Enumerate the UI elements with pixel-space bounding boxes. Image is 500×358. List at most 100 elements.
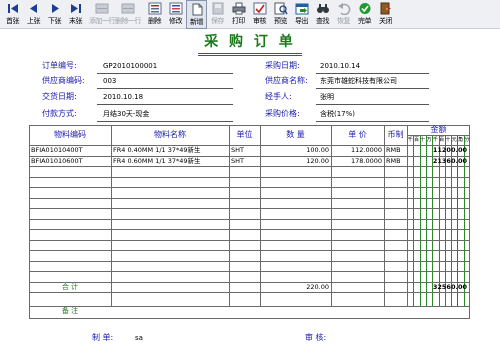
table-row-line xyxy=(29,260,470,262)
complete-order-button[interactable]: 完单 xyxy=(354,0,375,29)
table-border-top xyxy=(29,125,470,126)
auditor-label: 审 核: xyxy=(305,333,327,342)
last-record-button[interactable]: 末张 xyxy=(65,0,86,29)
delivery-date-field[interactable]: 2010.10.18 xyxy=(103,92,143,102)
delete-icon xyxy=(148,2,161,15)
last-record-icon xyxy=(70,4,81,13)
price-label: 采购价格: xyxy=(265,109,300,118)
purchase-date-label: 采购日期: xyxy=(265,61,300,70)
column-header-code: 物料编码 xyxy=(54,130,86,139)
items-table: 物料编码 物料名称 单位数 量单 价币制 金额千百十万千百十元角分 BFIA010104… xyxy=(29,125,470,355)
table-header-line xyxy=(29,145,470,146)
binoculars-icon xyxy=(316,4,329,13)
table-row-line xyxy=(29,176,470,178)
undo-icon xyxy=(337,3,350,15)
table-border-bottom xyxy=(29,318,470,319)
handler-label: 经手人: xyxy=(265,92,292,101)
close-door-icon xyxy=(380,2,391,15)
save-button[interactable]: 保存 xyxy=(207,0,228,29)
add-row-button[interactable]: 添加一行 xyxy=(89,0,116,29)
next-record-button[interactable]: 下张 xyxy=(44,0,65,29)
new-document-icon xyxy=(192,3,202,16)
row-amount: 21360.00 xyxy=(432,156,467,165)
supplier-code-label: 供应商编码: xyxy=(42,76,85,85)
delete-row-icon xyxy=(121,3,135,14)
table-row-line xyxy=(29,271,470,272)
column-header-currency: 币制 xyxy=(387,130,404,139)
delete-button[interactable]: 删除 xyxy=(144,0,165,29)
payment-field[interactable]: 月结30天-现金 xyxy=(103,109,149,119)
printer-icon xyxy=(232,2,245,15)
new-button[interactable]: 新增 xyxy=(186,0,207,29)
delivery-date-label: 交货日期: xyxy=(42,92,77,101)
table-row-line xyxy=(29,229,470,230)
total-label: 合 计 xyxy=(61,282,79,291)
supplier-code-field[interactable]: 003 xyxy=(103,76,116,86)
edit-icon xyxy=(169,2,182,15)
remark-label: 备 注 xyxy=(61,307,79,315)
order-no-underline xyxy=(97,73,233,74)
row-unit: SHT xyxy=(231,156,244,165)
save-icon xyxy=(212,2,223,15)
price-field[interactable]: 含税(17%) xyxy=(320,109,355,119)
total-qty: 220.00 xyxy=(306,282,329,291)
payment-label: 付款方式: xyxy=(42,109,77,118)
row-currency: RMB xyxy=(386,146,401,154)
preview-button[interactable]: 预览 xyxy=(270,0,291,29)
title-underline xyxy=(198,53,302,54)
first-record-icon xyxy=(7,4,18,13)
add-row-icon xyxy=(95,3,109,14)
prev-record-icon xyxy=(29,4,37,13)
column-header-price: 单 价 xyxy=(348,130,367,139)
delete-row-button[interactable]: 删除一行 xyxy=(115,0,142,29)
amount-digit-label: 分 xyxy=(464,137,470,143)
purchase-order-sheet: 采 购 订 单 订单编号: GP2010100001 采购日期: 2010.10… xyxy=(0,30,500,358)
next-record-icon xyxy=(51,4,59,13)
find-button[interactable]: 查找 xyxy=(312,0,333,29)
prev-record-button[interactable]: 上张 xyxy=(23,0,44,29)
order-no-label: 订单编号: xyxy=(42,61,77,70)
row-unit: SHT xyxy=(231,146,244,154)
table-column-line xyxy=(111,125,112,306)
column-header-qty: 数 量 xyxy=(286,130,305,139)
purchase-date-field[interactable]: 2010.10.14 xyxy=(320,61,360,71)
supplier-code-underline xyxy=(97,88,233,89)
supplier-name-field[interactable]: 东莞市雄蛇科技有限公司 xyxy=(320,76,397,86)
table-row-line xyxy=(29,239,470,241)
row-amount: 11200.00 xyxy=(432,146,467,154)
toolbar: 首张 上张 下张 末张 添加一行 删除一行 删除 修改 新增 保存 打印 审核 … xyxy=(0,0,500,29)
row-qty: 120.00 xyxy=(306,156,329,165)
audit-icon xyxy=(253,2,266,15)
edit-button[interactable]: 修改 xyxy=(165,0,186,29)
close-button[interactable]: 关闭 xyxy=(375,0,396,29)
total-amount: 32560.00 xyxy=(432,282,467,291)
purchase-date-underline xyxy=(316,73,429,74)
table-row-line xyxy=(29,155,470,157)
table-row-line xyxy=(29,208,470,209)
table-row-line xyxy=(29,166,470,167)
audit-button[interactable]: 审核 xyxy=(249,0,270,29)
table-border-right xyxy=(469,125,470,318)
table-column-line xyxy=(384,125,385,306)
check-circle-icon xyxy=(359,3,370,14)
table-row-line xyxy=(29,197,470,199)
first-record-button[interactable]: 首张 xyxy=(2,0,23,29)
column-header-name: 物料名称 xyxy=(154,130,186,139)
table-row-line xyxy=(29,250,470,251)
table-column-line xyxy=(229,125,230,306)
export-icon xyxy=(295,3,308,15)
handler-field[interactable]: 张明 xyxy=(320,92,334,102)
row-code: BFIA01010400T xyxy=(31,146,83,154)
maker-field[interactable]: sa xyxy=(135,333,143,343)
column-header-amount: 金额 xyxy=(430,125,447,134)
price-underline xyxy=(316,121,429,122)
restore-button[interactable]: 恢复 xyxy=(333,0,354,29)
column-header-unit: 单位 xyxy=(236,130,253,139)
print-button[interactable]: 打印 xyxy=(228,0,249,29)
supplier-name-underline xyxy=(316,88,429,89)
export-button[interactable]: 导出 xyxy=(291,0,312,29)
maker-label: 制 单: xyxy=(92,333,114,342)
payment-underline xyxy=(97,121,233,122)
preview-icon xyxy=(274,2,288,15)
order-no-field[interactable]: GP2010100001 xyxy=(103,61,157,71)
